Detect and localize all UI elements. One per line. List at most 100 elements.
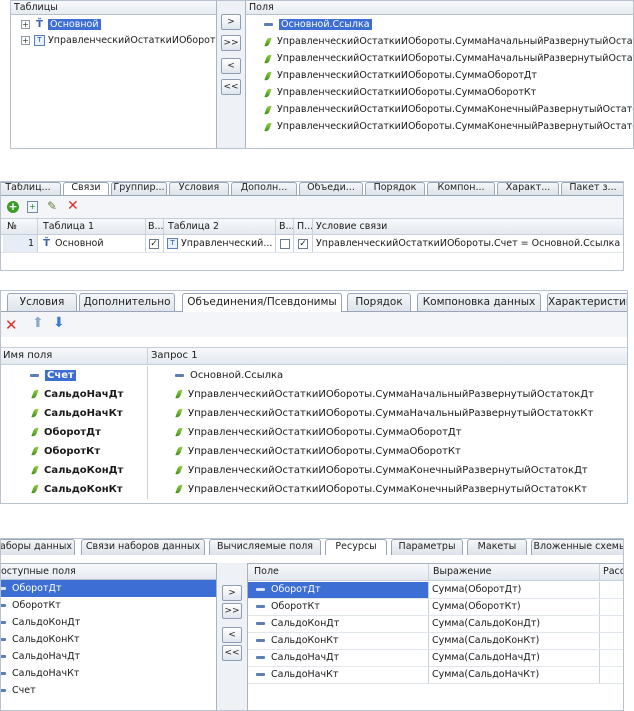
fields-header: Поля [246,1,633,15]
table-row-main[interactable]: + Ť Основной [11,17,216,33]
alias-name-cell: ОборотДт [31,423,101,442]
tab-order[interactable]: Порядок [365,182,425,195]
table-row[interactable]: 1 Ť Основной ✓ T Управленческий... ✓ Управ… [1,235,623,253]
delete-icon[interactable]: ✕ [67,198,79,214]
field-row[interactable]: УправленческийОстаткиИОбороты.СуммаНачал… [246,50,633,67]
move-down-icon[interactable]: ⬇ [53,315,65,331]
table-row[interactable]: СальдоКонКт УправленческийОстаткиИОборот… [1,480,627,499]
edit-icon[interactable]: ✎ [47,199,57,213]
fields-list[interactable]: Поля Основной.Ссылка УправленческийОстат… [245,1,633,148]
table-row[interactable]: СальдоНачКт УправленческийОстаткиИОборот… [1,404,627,423]
field-row[interactable]: УправленческийОстаткиИОбороты.СуммаОборо… [246,67,633,84]
resource-field: СальдоКонДт [271,618,340,629]
field-row[interactable]: Основной.Ссылка [246,16,633,33]
available-field-label: СальдоНачКт [12,668,80,679]
remove-all-resources-button[interactable]: << [222,645,242,661]
tab-templates[interactable]: Макеты [467,539,527,555]
tab-conditions[interactable]: Условия [169,182,229,195]
resource-field-cell: СальдоНачДт [256,650,339,666]
tab-unions[interactable]: Объеди... [299,182,363,195]
table-row[interactable]: СальдоНачДт УправленческийОстаткиИОборот… [1,385,627,404]
table-row[interactable]: Счет Основной.Ссылка [1,366,627,385]
alias-query-cell: УправленческийОстаткиИОбороты.СуммаКонеч… [175,461,588,480]
remove-resource-button[interactable]: < [222,627,242,643]
tab-links[interactable]: Связи [63,182,109,195]
available-field-row[interactable]: СальдоКонКт [1,631,216,648]
alias-query-cell: УправленческийОстаткиИОбороты.СуммаНачал… [175,404,593,423]
table-row[interactable]: ОборотДт УправленческийОстаткиИОбороты.С… [1,423,627,442]
table-row[interactable]: СальдоКонДт УправленческийОстаткиИОборот… [1,461,627,480]
table-row[interactable]: ОборотДт Сумма(ОборотДт) [248,582,623,599]
available-field-row[interactable]: Счет [1,682,216,699]
tables-list[interactable]: Таблицы + Ť Основной + T УправленческийОстат… [11,1,217,148]
alias-query: УправленческийОстаткиИОбороты.СуммаОборо… [188,446,461,457]
table-row-register[interactable]: + T УправленческийОстаткиИОбороты [11,33,216,49]
alias-name: СальдоКонДт [44,465,124,476]
tab-additional[interactable]: Дополн... [231,182,297,195]
available-fields-list[interactable]: оступные поля ОборотДт ОборотКт СальдоКо… [1,563,217,710]
alias-name-cell: Счет [30,366,76,385]
all-table1-checkbox[interactable]: ✓ [149,239,159,249]
move-up-icon[interactable]: ⬆ [32,315,44,331]
all-table2-checkbox[interactable] [280,239,290,249]
tab-resources[interactable]: Ресурсы [325,539,387,555]
field-row[interactable]: УправленческийОстаткиИОбороты.СуммаКонеч… [246,101,633,118]
table-row[interactable]: СальдоНачДт Сумма(СальдоНачДт) [248,650,623,667]
table-row[interactable]: ОборотКт УправленческийОстаткиИОбороты.С… [1,442,627,461]
resource-expression: Сумма(ОборотКт) [432,601,521,612]
delete-icon[interactable]: ✕ [5,316,18,334]
tab-additional[interactable]: Дополнительно [79,293,175,312]
copy-icon[interactable]: + [27,201,38,213]
available-field-row[interactable]: СальдоНачКт [1,665,216,682]
available-field-label: СальдоНачДт [12,651,81,662]
table-row[interactable]: СальдоНачКт Сумма(СальдоНачКт) [248,667,623,684]
table-row[interactable]: ОборотКт Сумма(ОборотКт) [248,599,623,616]
tab-conditions[interactable]: Условия [7,293,77,312]
arbitrary-checkbox[interactable]: ✓ [298,239,308,249]
tab-order[interactable]: Порядок [347,293,411,312]
tab-dataset-links[interactable]: Связи наборов данных [81,539,205,555]
tab-tables[interactable]: Таблиц... [1,182,61,195]
field-icon [1,672,6,675]
tab-composition[interactable]: Компон... [427,182,495,195]
alias-name: ОборотДт [44,427,101,438]
tab-characteristics[interactable]: Характеристики [547,293,627,312]
remove-field-button[interactable]: < [221,58,241,74]
expand-icon[interactable]: + [21,36,30,45]
alias-name-cell: СальдоНачДт [31,385,123,404]
field-row[interactable]: УправленческийОстаткиИОбороты.СуммаНачал… [246,33,633,50]
add-icon[interactable]: + [7,201,19,213]
available-field-row[interactable]: СальдоКонДт [1,614,216,631]
row-table1: Основной [55,238,104,249]
tab-characteristics[interactable]: Характ... [497,182,559,195]
tab-unions-aliases[interactable]: Объединения/Псевдонимы [182,293,342,312]
field-icon [256,622,265,625]
table-row[interactable]: СальдоКонДт Сумма(СальдоКонДт) [248,616,623,633]
alias-name-cell: СальдоКонДт [31,461,124,480]
schema-tabs: аборы данных Связи наборов данных Вычисл… [1,539,623,555]
available-field-row[interactable]: ОборотКт [1,597,216,614]
tab-nested-schemas[interactable]: Вложенные схемы [531,539,623,555]
add-all-fields-button[interactable]: >> [221,35,241,51]
resource-field: СальдоНачДт [271,652,340,663]
tab-grouping[interactable]: Группир... [111,182,167,195]
available-field-row[interactable]: ОборотДт [1,580,216,597]
add-all-resources-button[interactable]: >> [222,603,242,619]
available-field-row[interactable]: СальдоНачДт [1,648,216,665]
alias-query-cell: УправленческийОстаткиИОбороты.СуммаНачал… [175,385,594,404]
remove-all-fields-button[interactable]: << [221,79,241,95]
tab-calculated-fields[interactable]: Вычисляемые поля [209,539,321,555]
field-row[interactable]: УправленческийОстаткиИОбороты.СуммаКонеч… [246,118,633,135]
table-row[interactable]: СальдоКонКт Сумма(СальдоКонКт) [248,633,623,650]
tab-batch[interactable]: Пакет з... [561,182,623,195]
field-row[interactable]: УправленческийОстаткиИОбороты.СуммаОборо… [246,84,633,101]
expand-icon[interactable]: + [21,20,30,29]
field-icon [256,656,265,659]
alias-query: УправленческийОстаткиИОбороты.СуммаКонеч… [188,484,588,495]
add-resource-button[interactable]: > [222,585,242,601]
add-field-button[interactable]: > [221,14,241,30]
tab-parameters[interactable]: Параметры [391,539,463,555]
tab-datasets[interactable]: аборы данных [1,539,75,555]
tab-data-composition[interactable]: Компоновка данных [417,293,541,312]
field-icon [256,605,265,608]
